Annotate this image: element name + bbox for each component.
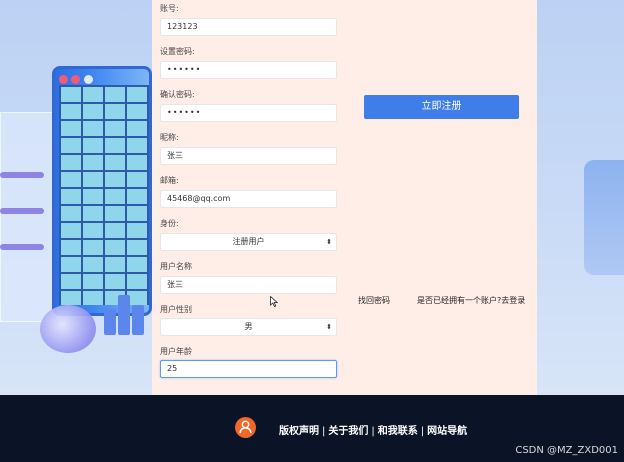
user-icon bbox=[235, 417, 256, 438]
footer: 版权声明 | 关于我们 | 和我联系 | 网站导航 CSDN @MZ_ZXD001 bbox=[0, 395, 624, 462]
age-label: 用户年龄 bbox=[160, 347, 192, 356]
footer-separator: | bbox=[322, 426, 326, 437]
decorative-line bbox=[0, 244, 44, 250]
register-button[interactable]: 立即注册 bbox=[364, 95, 519, 119]
decorative-card bbox=[0, 112, 60, 322]
nickname-input[interactable]: 张三 bbox=[160, 147, 337, 165]
email-label: 邮箱: bbox=[160, 176, 179, 185]
decorative-line bbox=[0, 208, 44, 214]
select-caret-icon: ⬍ bbox=[326, 238, 332, 246]
select-caret-icon: ⬍ bbox=[326, 323, 332, 331]
footer-link-copyright[interactable]: 版权声明 bbox=[279, 426, 319, 437]
password-label: 设置密码: bbox=[160, 47, 195, 56]
decorative-line bbox=[0, 172, 44, 178]
email-input[interactable]: 45468@qq.com bbox=[160, 190, 337, 208]
registration-form: 账号: 123123 设置密码: •••••• 确认密码: •••••• 昵称:… bbox=[152, 0, 344, 395]
gender-select[interactable]: 男 ⬍ bbox=[160, 318, 337, 336]
decorative-blob bbox=[584, 160, 624, 275]
watermark: CSDN @MZ_ZXD001 bbox=[515, 445, 618, 456]
action-panel: 立即注册 找回密码 是否已经拥有一个账户?去登录 bbox=[344, 0, 537, 395]
confirm-password-input[interactable]: •••••• bbox=[160, 104, 337, 122]
account-label: 账号: bbox=[160, 4, 179, 13]
decorative-building bbox=[52, 66, 152, 316]
footer-separator: | bbox=[420, 426, 425, 437]
username-input[interactable]: 张三 bbox=[160, 276, 337, 294]
footer-separator: | bbox=[371, 426, 375, 437]
nickname-label: 昵称: bbox=[160, 133, 179, 142]
forgot-password-link[interactable]: 找回密码 bbox=[358, 295, 390, 306]
identity-select[interactable]: 注册用户 ⬍ bbox=[160, 233, 337, 251]
confirm-password-label: 确认密码: bbox=[160, 90, 195, 99]
identity-select-value: 注册用户 bbox=[232, 237, 265, 246]
gender-select-value: 男 bbox=[244, 322, 253, 331]
footer-links: 版权声明 | 关于我们 | 和我联系 | 网站导航 bbox=[279, 422, 467, 437]
account-input[interactable]: 123123 bbox=[160, 18, 337, 36]
mouse-cursor-icon bbox=[270, 296, 278, 307]
go-login-link[interactable]: 是否已经拥有一个账户?去登录 bbox=[417, 295, 525, 306]
footer-link-sitemap[interactable]: 网站导航 bbox=[427, 426, 467, 437]
password-input[interactable]: •••••• bbox=[160, 61, 337, 79]
footer-link-contact[interactable]: 和我联系 bbox=[378, 426, 418, 437]
username-label: 用户名称 bbox=[160, 262, 192, 271]
decorative-globe bbox=[40, 305, 96, 353]
age-input[interactable]: 25 bbox=[160, 360, 337, 378]
identity-label: 身份: bbox=[160, 219, 179, 228]
footer-link-about[interactable]: 关于我们 bbox=[328, 426, 368, 437]
gender-label: 用户性别 bbox=[160, 305, 192, 314]
